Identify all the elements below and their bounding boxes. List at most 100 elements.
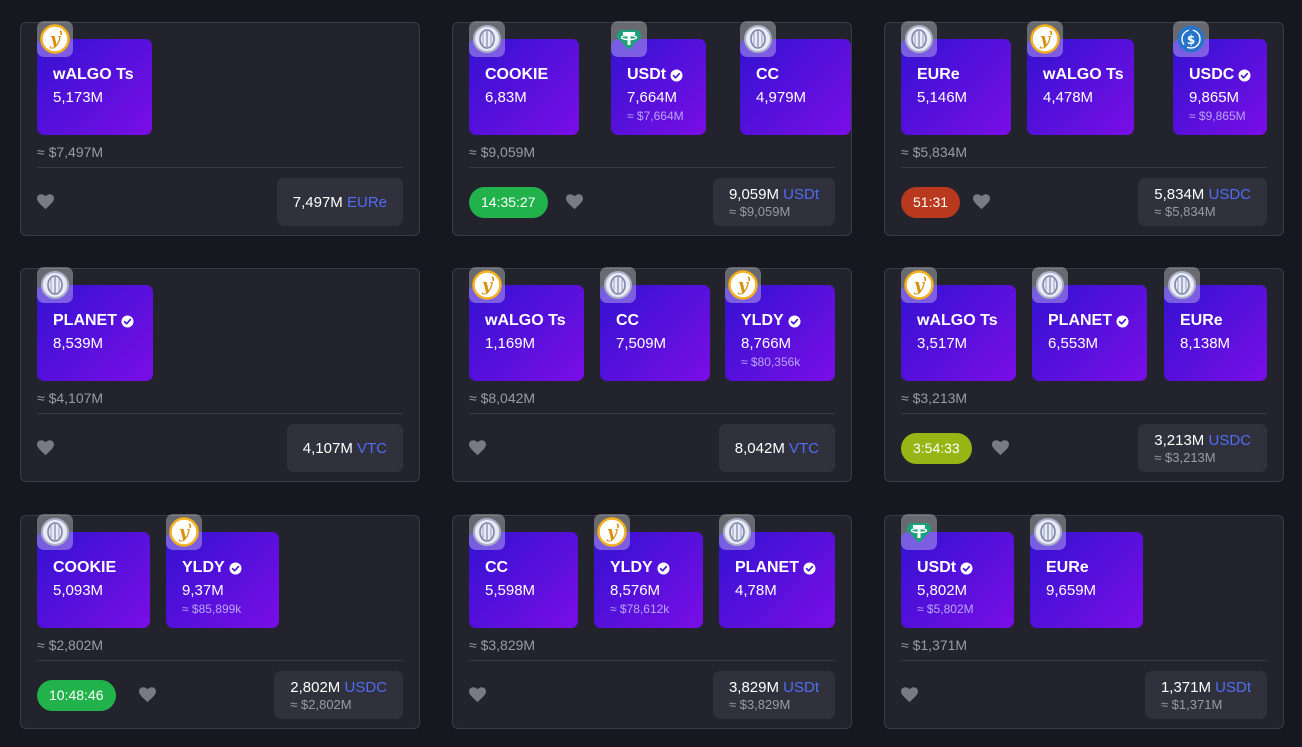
asset-name: YLDY [182, 559, 242, 577]
verified-badge-icon [229, 562, 242, 575]
heart-icon[interactable] [469, 440, 486, 456]
divider [37, 660, 403, 661]
yldy-coin-icon: y [166, 514, 202, 550]
asset-amount: 8,539M [53, 335, 104, 352]
asset-tile[interactable]: EURe 5,146M [901, 21, 1011, 135]
yldy-coin-icon: y [1027, 21, 1063, 57]
price-box[interactable]: 7,497M EURe [276, 178, 403, 226]
asset-tile[interactable]: USDt 5,802M ≈ $5,802M [901, 514, 1014, 628]
asset-tile[interactable]: EURe 8,138M [1164, 267, 1267, 381]
asset-tile[interactable]: COOKIE 5,093M [37, 514, 150, 628]
listing-card[interactable]: CC 5,598M y YLDY 8,576M ≈ $78,612k PLANET 4,78M… [452, 514, 852, 729]
asset-tile[interactable]: y wALGO Ts 1,169M [469, 267, 584, 381]
total-value: ≈ $7,497M [37, 144, 104, 160]
price-box[interactable]: 4,107M VTC [286, 424, 403, 472]
heart-icon[interactable] [139, 687, 156, 703]
price-box[interactable]: 1,371M USDt ≈ $1,371M [1144, 671, 1267, 719]
divider [37, 413, 403, 414]
listing-card[interactable]: y wALGO Ts 1,169M CC 7,509M y YLDY 8,766M ≈ $80,… [452, 267, 852, 482]
coin-icon [719, 514, 755, 550]
listing-card[interactable]: y wALGO Ts 3,517M PLANET 6,553M EURe 8,138M ≈ $… [884, 267, 1284, 482]
price-currency: USDC [1208, 185, 1251, 203]
asset-amount: 5,146M [917, 89, 968, 106]
heart-icon[interactable] [901, 687, 918, 703]
asset-name-text: EURe [1046, 559, 1089, 576]
heart-icon[interactable] [566, 194, 583, 210]
asset-tile[interactable]: EURe 9,659M [1030, 514, 1143, 628]
asset-name-text: PLANET [1048, 312, 1112, 329]
asset-name-text: CC [616, 312, 640, 329]
price-box[interactable]: 3,829M USDt ≈ $3,829M [712, 671, 835, 719]
price-usd: ≈ $5,834M [1154, 203, 1216, 219]
price-amount: 7,497M [292, 193, 343, 211]
asset-tile[interactable]: $ USDC 9,865M ≈ $9,865M [1173, 21, 1267, 135]
price-main: 3,213M USDC [1154, 432, 1251, 449]
listing-card[interactable]: y wALGO Ts 5,173M ≈ $7,497M 7,497M EURe [20, 21, 420, 236]
price-amount: 8,042M [734, 439, 785, 457]
asset-tile[interactable]: PLANET 8,539M [37, 267, 153, 381]
asset-name: wALGO Ts [1043, 66, 1124, 84]
asset-amount: 6,83M [485, 89, 527, 106]
price-box[interactable]: 9,059M USDt ≈ $9,059M [712, 178, 835, 226]
asset-tile[interactable]: CC 5,598M [469, 514, 578, 628]
asset-tile[interactable]: y YLDY 9,37M ≈ $85,899k [166, 514, 279, 628]
price-currency: VTC [357, 439, 387, 457]
tether-icon [611, 21, 647, 57]
listing-card[interactable]: USDt 5,802M ≈ $5,802M EURe 9,659M ≈ $1,371M 1,… [884, 514, 1284, 729]
price-box[interactable]: 8,042M VTC [718, 424, 835, 472]
price-box[interactable]: 3,213M USDC ≈ $3,213M [1138, 424, 1267, 472]
price-currency: VTC [789, 439, 819, 457]
asset-tile[interactable]: USDt 7,664M ≈ $7,664M [611, 21, 706, 135]
asset-name-text: EURe [1180, 312, 1223, 329]
verified-badge-icon [1238, 69, 1251, 82]
listing-card[interactable]: EURe 5,146M y wALGO Ts 4,478M $ USDC 9,865M ≈ $9… [884, 21, 1284, 236]
asset-tile[interactable]: y wALGO Ts 4,478M [1027, 21, 1134, 135]
asset-name: PLANET [53, 312, 134, 330]
asset-tile[interactable]: y wALGO Ts 5,173M [37, 21, 152, 135]
divider [469, 660, 835, 661]
asset-name-text: wALGO Ts [1043, 66, 1124, 83]
total-value: ≈ $3,829M [469, 637, 536, 653]
asset-amount: 3,517M [917, 335, 968, 352]
asset-amount: 9,865M [1189, 89, 1240, 106]
coin-icon [1030, 514, 1066, 550]
asset-tile[interactable]: PLANET 6,553M [1032, 267, 1147, 381]
heart-icon[interactable] [37, 194, 54, 210]
verified-badge-icon [1116, 315, 1129, 328]
asset-name: EURe [1046, 559, 1089, 577]
heart-icon[interactable] [37, 440, 54, 456]
price-box[interactable]: 2,802M USDC ≈ $2,802M [274, 671, 403, 719]
yldy-coin-icon: y [469, 267, 505, 303]
asset-usd-value: ≈ $78,612k [610, 602, 670, 616]
asset-tile[interactable]: y YLDY 8,576M ≈ $78,612k [594, 514, 703, 628]
price-usd: ≈ $2,802M [290, 696, 352, 712]
asset-name-text: YLDY [741, 312, 784, 329]
price-main: 4,107M VTC [303, 440, 387, 457]
asset-tile[interactable]: y wALGO Ts 3,517M [901, 267, 1016, 381]
listing-card[interactable]: COOKIE 6,83M USDt 7,664M ≈ $7,664M CC 4,979M ≈ … [452, 21, 852, 236]
yldy-coin-icon: y [725, 267, 761, 303]
asset-name-text: wALGO Ts [485, 312, 566, 329]
verified-badge-icon [657, 562, 670, 575]
listing-card[interactable]: PLANET 8,539M ≈ $4,107M 4,107M VTC [20, 267, 420, 482]
asset-tile[interactable]: CC 4,979M [740, 21, 851, 135]
price-box[interactable]: 5,834M USDC ≈ $5,834M [1138, 178, 1267, 226]
asset-name: PLANET [735, 559, 816, 577]
price-usd: ≈ $3,213M [1154, 449, 1216, 465]
asset-tile[interactable]: COOKIE 6,83M [469, 21, 579, 135]
asset-name: CC [756, 66, 779, 84]
price-amount: 9,059M [728, 185, 779, 203]
coin-icon [1032, 267, 1068, 303]
asset-tile[interactable]: y YLDY 8,766M ≈ $80,356k [725, 267, 835, 381]
listing-card[interactable]: COOKIE 5,093M y YLDY 9,37M ≈ $85,899k ≈ $2,802… [20, 514, 420, 729]
heart-icon[interactable] [973, 194, 990, 210]
price-main: 2,802M USDC [290, 679, 387, 696]
asset-amount: 9,659M [1046, 582, 1097, 599]
heart-icon[interactable] [469, 687, 486, 703]
divider [469, 413, 835, 414]
heart-icon[interactable] [992, 440, 1009, 456]
asset-tile[interactable]: CC 7,509M [600, 267, 710, 381]
asset-tile[interactable]: PLANET 4,78M [719, 514, 835, 628]
price-amount: 4,107M [302, 439, 353, 457]
price-currency: USDt [783, 185, 819, 203]
